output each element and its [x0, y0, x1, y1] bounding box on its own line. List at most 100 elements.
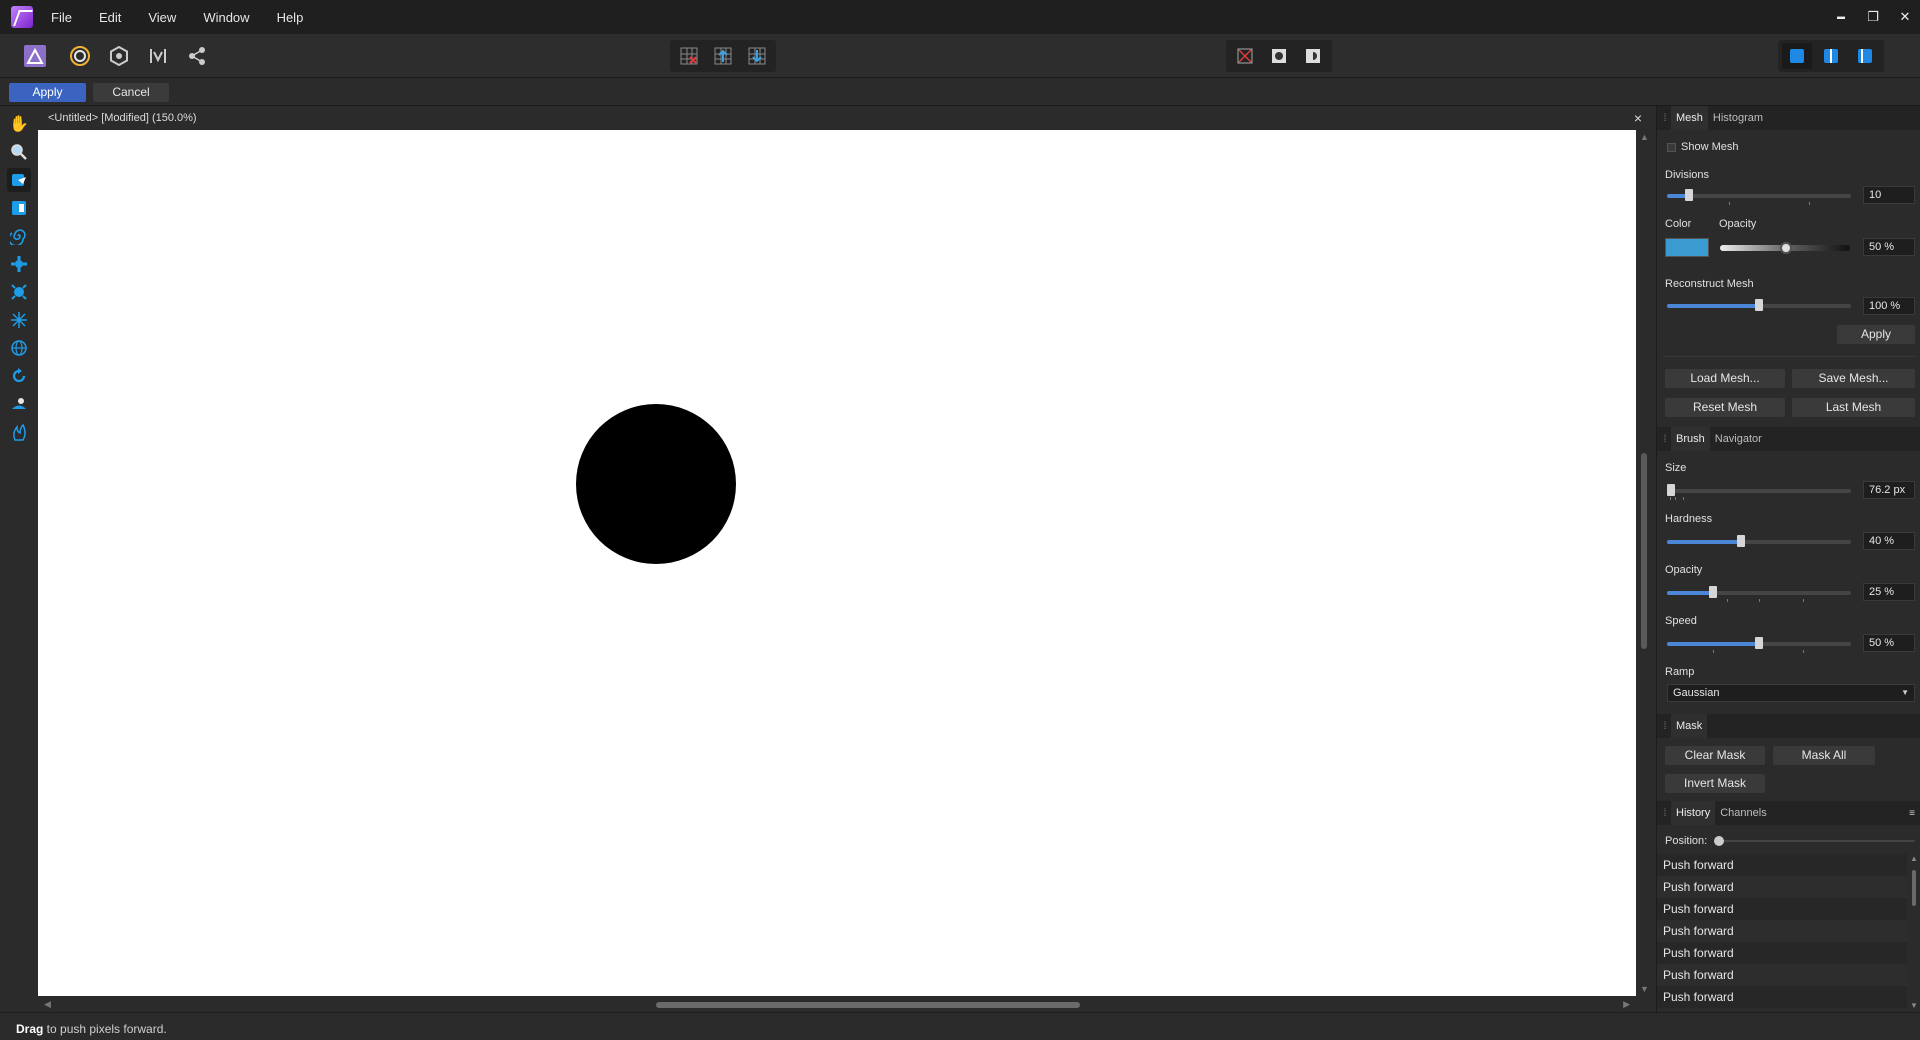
- history-position-slider[interactable]: [1714, 836, 1915, 846]
- reset-mesh-button[interactable]: Reset Mesh: [1665, 398, 1785, 417]
- tab-mesh[interactable]: Mesh: [1671, 106, 1708, 130]
- clear-mesh-button[interactable]: [674, 43, 704, 69]
- divisions-value-field[interactable]: 10: [1863, 186, 1915, 204]
- liquify-persona-button[interactable]: [65, 42, 95, 70]
- thaw-tool[interactable]: [7, 420, 31, 444]
- menu-edit[interactable]: Edit: [99, 10, 121, 25]
- mesh-opacity-value-field[interactable]: 50 %: [1863, 238, 1915, 256]
- save-mesh-button[interactable]: Save Mesh...: [1792, 369, 1915, 388]
- invert-mask-tool-button[interactable]: [1298, 43, 1328, 69]
- push-left-tool[interactable]: [7, 196, 31, 220]
- load-mesh-button[interactable]: [708, 43, 738, 69]
- tab-channels[interactable]: Channels: [1715, 801, 1771, 825]
- save-mesh-tool-button[interactable]: [742, 43, 772, 69]
- scroll-down-arrow-icon[interactable]: ▼: [1910, 1001, 1918, 1010]
- reconstruct-tool[interactable]: [7, 364, 31, 388]
- show-mesh-checkbox[interactable]: [1667, 143, 1676, 152]
- history-scrollbar[interactable]: ▲ ▼: [1909, 854, 1919, 1010]
- punch-tool[interactable]: [7, 280, 31, 304]
- clear-mask-button[interactable]: Clear Mask: [1665, 746, 1765, 765]
- slider-knob[interactable]: [1755, 637, 1763, 649]
- mesh-opacity-slider[interactable]: [1720, 242, 1850, 254]
- history-item[interactable]: Push forward: [1657, 964, 1907, 986]
- history-item[interactable]: Push forward: [1657, 898, 1907, 920]
- history-item[interactable]: Push forward: [1657, 986, 1907, 1008]
- cancel-button[interactable]: Cancel: [93, 83, 169, 102]
- vertical-scrollbar[interactable]: ▲ ▼: [1636, 130, 1652, 996]
- tab-history[interactable]: History: [1671, 801, 1716, 825]
- tone-mapping-persona-button[interactable]: [143, 42, 173, 70]
- clear-mask-tool-button[interactable]: [1230, 43, 1260, 69]
- tab-mask[interactable]: Mask: [1671, 714, 1708, 738]
- scroll-right-arrow-icon[interactable]: ▶: [1623, 999, 1630, 1010]
- horizontal-scrollbar[interactable]: ◀ ▶: [38, 996, 1636, 1012]
- mask-all-button[interactable]: Mask All: [1773, 746, 1875, 765]
- hardness-slider[interactable]: [1667, 535, 1851, 547]
- slider-knob[interactable]: [1666, 484, 1675, 496]
- mesh-color-swatch[interactable]: [1665, 238, 1709, 257]
- history-position-knob[interactable]: [1714, 836, 1724, 846]
- turbulence-tool[interactable]: [7, 308, 31, 332]
- view-mode-mirror-button[interactable]: [1850, 43, 1880, 69]
- push-forward-tool[interactable]: [7, 168, 31, 192]
- slider-knob[interactable]: [1755, 299, 1763, 311]
- close-document-button[interactable]: ×: [1634, 110, 1642, 126]
- scroll-up-arrow-icon[interactable]: ▲: [1640, 132, 1649, 142]
- document-tab[interactable]: <Untitled> [Modified] (150.0%) ×: [38, 108, 1652, 130]
- slider-knob[interactable]: [1736, 535, 1745, 547]
- reconstruct-apply-button[interactable]: Apply: [1837, 325, 1915, 344]
- speed-value-field[interactable]: 50 %: [1863, 634, 1915, 652]
- scroll-left-arrow-icon[interactable]: ◀: [44, 999, 51, 1010]
- slider-knob[interactable]: [1685, 189, 1694, 201]
- scroll-up-arrow-icon[interactable]: ▲: [1910, 854, 1918, 863]
- brush-opacity-value-field[interactable]: 25 %: [1863, 583, 1915, 601]
- history-item[interactable]: Push forward: [1657, 920, 1907, 942]
- tab-brush[interactable]: Brush: [1671, 427, 1710, 451]
- menu-view[interactable]: View: [148, 10, 176, 25]
- mask-all-tool-button[interactable]: [1264, 43, 1294, 69]
- history-scroll-thumb[interactable]: [1912, 870, 1916, 906]
- panel-menu-icon[interactable]: ≡: [1909, 808, 1915, 819]
- view-tool[interactable]: ✋: [7, 112, 31, 136]
- reconstruct-mesh-value-field[interactable]: 100 %: [1863, 297, 1915, 315]
- load-mesh-button[interactable]: Load Mesh...: [1665, 369, 1785, 388]
- freeze-tool[interactable]: [7, 392, 31, 416]
- slider-knob[interactable]: [1709, 586, 1717, 598]
- photo-persona-button[interactable]: [20, 42, 50, 70]
- scroll-down-arrow-icon[interactable]: ▼: [1640, 984, 1649, 994]
- history-item[interactable]: Push forward: [1657, 942, 1907, 964]
- mesh-clone-tool[interactable]: [7, 336, 31, 360]
- speed-slider[interactable]: [1667, 637, 1851, 649]
- zoom-tool[interactable]: [7, 140, 31, 164]
- reconstruct-mesh-slider[interactable]: [1667, 299, 1851, 311]
- panel-grip-icon[interactable]: ⁞⁞: [1657, 714, 1671, 738]
- close-window-button[interactable]: ✕: [1898, 10, 1912, 24]
- divisions-slider[interactable]: [1667, 189, 1851, 201]
- document-canvas[interactable]: [38, 130, 1636, 996]
- invert-mask-button[interactable]: Invert Mask: [1665, 774, 1765, 793]
- tab-histogram[interactable]: Histogram: [1708, 106, 1768, 130]
- export-persona-button[interactable]: [182, 42, 212, 70]
- last-mesh-button[interactable]: Last Mesh: [1792, 398, 1915, 417]
- view-mode-normal-button[interactable]: [1782, 43, 1812, 69]
- brush-size-slider[interactable]: [1666, 484, 1851, 496]
- brush-opacity-slider[interactable]: [1667, 586, 1851, 598]
- tab-navigator[interactable]: Navigator: [1710, 427, 1767, 451]
- horizontal-scroll-thumb[interactable]: [656, 1002, 1080, 1008]
- restore-button[interactable]: ❐: [1866, 10, 1880, 24]
- pinch-tool[interactable]: [7, 252, 31, 276]
- view-mode-split-button[interactable]: [1816, 43, 1846, 69]
- ramp-dropdown[interactable]: Gaussian ▼: [1667, 684, 1915, 702]
- twirl-tool[interactable]: [7, 224, 31, 248]
- panel-grip-icon[interactable]: ⁞⁞: [1657, 106, 1671, 130]
- vertical-scroll-thumb[interactable]: [1641, 453, 1647, 649]
- brush-size-value-field[interactable]: 76.2 px: [1863, 481, 1915, 499]
- menu-help[interactable]: Help: [277, 10, 304, 25]
- panel-grip-icon[interactable]: ⁞⁞: [1657, 427, 1671, 451]
- menu-window[interactable]: Window: [203, 10, 249, 25]
- minimize-button[interactable]: ▬: [1834, 10, 1848, 24]
- develop-persona-button[interactable]: [104, 42, 134, 70]
- history-item[interactable]: Push forward: [1657, 876, 1907, 898]
- menu-file[interactable]: File: [51, 10, 72, 25]
- mesh-opacity-knob[interactable]: [1780, 242, 1792, 254]
